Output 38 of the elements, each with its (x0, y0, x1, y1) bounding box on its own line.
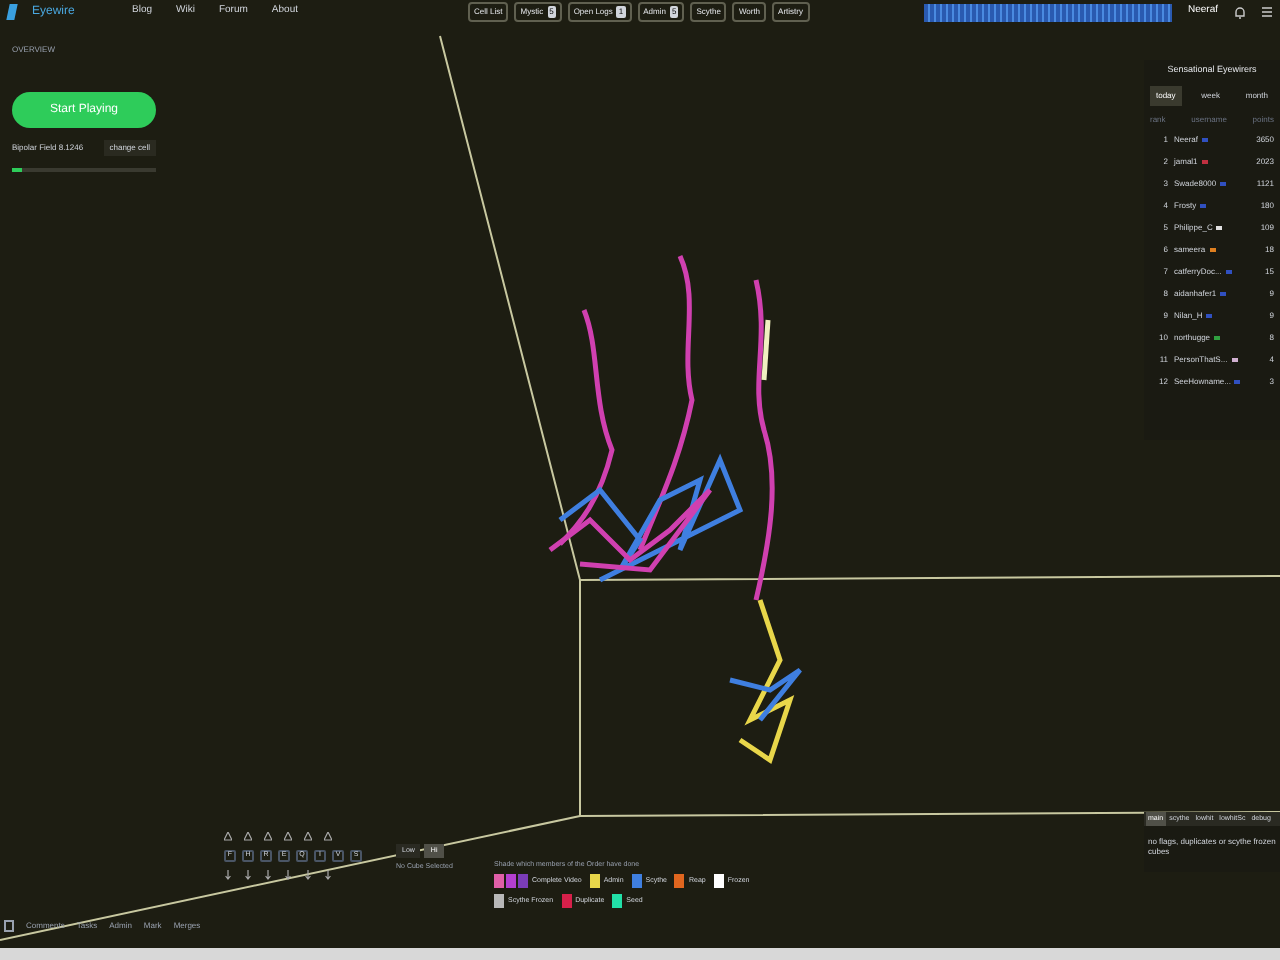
color-swatch[interactable] (561, 894, 572, 909)
flag-icon (1220, 292, 1227, 297)
flag-icon (1209, 248, 1216, 253)
down-arrow-icon[interactable] (264, 870, 272, 880)
chat-toggle-icon[interactable] (4, 920, 14, 932)
up-arrow-icon[interactable] (244, 832, 252, 842)
logo-icon (6, 4, 18, 20)
flag-icon (1231, 358, 1238, 363)
down-arrow-icon[interactable] (304, 870, 312, 880)
up-arrow-icon[interactable] (224, 832, 232, 842)
flag-icon (1220, 182, 1227, 187)
flag-icon (1225, 270, 1232, 275)
up-arrow-icon[interactable] (284, 832, 292, 842)
flag-icon (1200, 204, 1207, 209)
color-swatch[interactable] (589, 874, 600, 889)
flag-icon (1202, 138, 1209, 143)
color-swatch[interactable] (506, 874, 516, 889)
down-arrow-icon[interactable] (244, 870, 252, 880)
down-arrow-icon[interactable] (324, 870, 332, 880)
down-arrow-icon[interactable] (284, 870, 292, 880)
up-arrow-icon[interactable] (264, 832, 272, 842)
color-swatch[interactable] (612, 894, 623, 909)
color-swatch[interactable] (518, 874, 528, 889)
color-swatch[interactable] (674, 874, 685, 889)
bell-icon[interactable] (1234, 5, 1246, 19)
color-swatch[interactable] (494, 874, 504, 889)
up-arrow-icon[interactable] (324, 832, 332, 842)
up-arrow-icon[interactable] (304, 832, 312, 842)
color-swatch[interactable] (631, 874, 642, 889)
color-swatch[interactable] (713, 874, 724, 889)
color-swatch[interactable] (494, 894, 504, 909)
down-arrow-icon[interactable] (224, 870, 232, 880)
flag-icon (1234, 380, 1241, 385)
flag-icon (1214, 336, 1221, 341)
flag-icon (1206, 314, 1213, 319)
flag-icon (1216, 226, 1223, 231)
flag-icon (1201, 160, 1208, 165)
menu-icon[interactable] (1262, 6, 1272, 18)
